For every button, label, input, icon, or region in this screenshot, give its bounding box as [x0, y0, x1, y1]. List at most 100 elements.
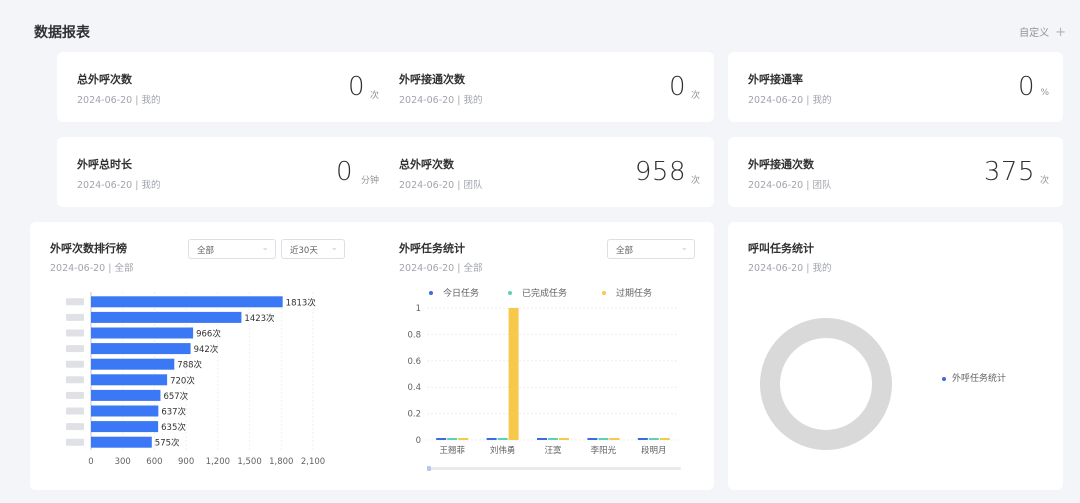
data-label: 1813次 — [286, 297, 317, 308]
y-tick-label: 1 — [416, 304, 421, 314]
bar — [508, 308, 519, 440]
x-tick-label: 1,800 — [269, 457, 293, 467]
stat-subtitle: 2024-06-20 | 我的 — [748, 95, 832, 106]
blurred-name — [66, 345, 84, 353]
bar — [648, 438, 659, 440]
stat-value: 0 — [335, 157, 353, 187]
ranking-bar-chart: 0 300 600 900 1,200 1,500 1,800 2,100 1813次 1423次… — [66, 292, 325, 467]
stat-value: 0 — [347, 72, 365, 102]
bar — [486, 438, 497, 440]
bar — [598, 438, 609, 440]
bar — [559, 438, 569, 440]
data-label: 635次 — [161, 422, 186, 433]
legend-dot — [942, 376, 946, 381]
legend-dot — [602, 291, 606, 295]
bar — [609, 438, 620, 440]
stat-value: 958 — [634, 157, 686, 187]
y-tick-label: 0 — [416, 436, 421, 446]
stat-label: 外呼接通率 — [748, 73, 803, 86]
stat-label: 外呼接通次数 — [399, 73, 465, 86]
x-tick-label: 李阳光 — [591, 445, 617, 456]
blurred-name — [66, 298, 84, 306]
bar — [91, 421, 159, 433]
stat-value: 0 — [1017, 72, 1035, 102]
stat-card-total-calls-team[interactable]: 总外呼次数 2024-06-20 | 团队 958 次 — [379, 137, 714, 207]
bar — [587, 438, 598, 440]
bar — [91, 343, 191, 355]
scroll-track — [427, 467, 681, 470]
bar — [91, 296, 283, 308]
stat-unit: 次 — [369, 91, 379, 101]
bar — [91, 327, 194, 339]
bar — [91, 358, 175, 370]
data-label: 637次 — [161, 407, 186, 418]
bar — [497, 438, 508, 440]
legend-label: 已完成任务 — [522, 287, 567, 299]
blurred-name — [66, 407, 84, 415]
stat-card-connected-calls-team[interactable]: 外呼接通次数 2024-06-20 | 团队 375 次 — [728, 137, 1063, 207]
data-label: 720次 — [170, 375, 195, 386]
x-tick-label: 1,500 — [237, 457, 261, 467]
stat-unit: 次 — [690, 176, 700, 186]
customize-label: 自定义 — [1019, 28, 1050, 39]
legend-label: 今日任务 — [443, 287, 479, 299]
bar — [447, 438, 458, 440]
stat-subtitle: 2024-06-20 | 团队 — [748, 180, 832, 191]
scroll-thumb — [427, 466, 431, 471]
bar — [659, 438, 670, 440]
x-tick-label: 600 — [146, 457, 162, 467]
bar — [91, 405, 159, 417]
donut-ring — [760, 318, 892, 450]
blurred-name — [66, 313, 84, 321]
stat-label: 总外呼次数 — [399, 158, 454, 171]
stat-card-connected-calls-mine[interactable]: 外呼接通次数 2024-06-20 | 我的 0 次 — [379, 52, 714, 122]
stat-unit: 次 — [690, 91, 700, 101]
stat-card-total-calls-mine[interactable]: 总外呼次数 2024-06-20 | 我的 0 次 — [57, 52, 393, 122]
call-task-card: 呼叫任务统计 2024-06-20 | 我的 外呼任务统计 — [728, 222, 1063, 490]
stat-card-connect-rate-mine[interactable]: 外呼接通率 2024-06-20 | 我的 0 % — [728, 52, 1063, 122]
bar — [436, 438, 447, 440]
y-tick-label: 0.2 — [407, 410, 421, 420]
stat-card-total-duration-mine[interactable]: 外呼总时长 2024-06-20 | 我的 0 分钟 — [57, 137, 393, 207]
legend-dot — [429, 291, 433, 295]
x-tick-label: 300 — [115, 457, 131, 467]
bar — [537, 438, 547, 440]
bar — [91, 374, 168, 386]
blurred-name — [66, 329, 84, 337]
bar — [637, 438, 648, 440]
page-title: 数据报表 — [34, 25, 90, 41]
x-tick-label: 刘伟勇 — [490, 445, 516, 456]
data-label: 788次 — [177, 360, 202, 371]
bar — [91, 311, 242, 323]
stat-value: 375 — [983, 157, 1035, 187]
x-tick-label: 1,200 — [206, 457, 230, 467]
customize-button[interactable]: 自定义 + — [1019, 24, 1066, 40]
stat-unit: 次 — [1039, 176, 1049, 186]
stat-subtitle: 2024-06-20 | 团队 — [399, 180, 483, 191]
legend-dot — [508, 291, 512, 295]
task-bar-chart: 今日任务 已完成任务 过期任务 0 0.2 0.4 0.6 0.8 1 王翘菲 刘伟勇 汪寞 李阳光 段明… — [407, 287, 681, 471]
blurred-name — [66, 376, 84, 384]
donut-legend[interactable]: 外呼任务统计 — [942, 371, 1006, 384]
task-stats-card: 外呼任务统计 2024-06-20 | 全部 全部 ⌄ 今日任务 已完成任务 过期任… — [379, 222, 714, 490]
bar — [548, 438, 558, 440]
x-tick-label: 2,100 — [301, 457, 325, 467]
y-tick-label: 0.8 — [407, 330, 421, 340]
plus-icon: + — [1055, 25, 1066, 40]
legend-label: 外呼任务统计 — [952, 374, 1007, 384]
stat-subtitle: 2024-06-20 | 我的 — [399, 95, 483, 106]
data-label: 966次 — [196, 329, 221, 340]
x-tick-label: 汪寞 — [544, 445, 562, 456]
stat-value: 0 — [668, 72, 686, 102]
x-tick-label: 王翘菲 — [439, 445, 465, 456]
x-tick-label: 900 — [178, 457, 194, 467]
stat-subtitle: 2024-06-20 | 我的 — [77, 95, 161, 106]
blurred-name — [66, 391, 84, 399]
stat-unit: % — [1040, 88, 1049, 98]
blurred-name — [66, 423, 84, 431]
blurred-name — [66, 360, 84, 368]
call-ranking-card: 外呼次数排行榜 2024-06-20 | 全部 全部 ⌄ 近30天 ⌄ 0 300… — [30, 222, 363, 490]
x-tick-label: 段明月 — [641, 445, 667, 456]
data-label: 942次 — [194, 344, 219, 355]
data-label: 1423次 — [244, 313, 275, 324]
